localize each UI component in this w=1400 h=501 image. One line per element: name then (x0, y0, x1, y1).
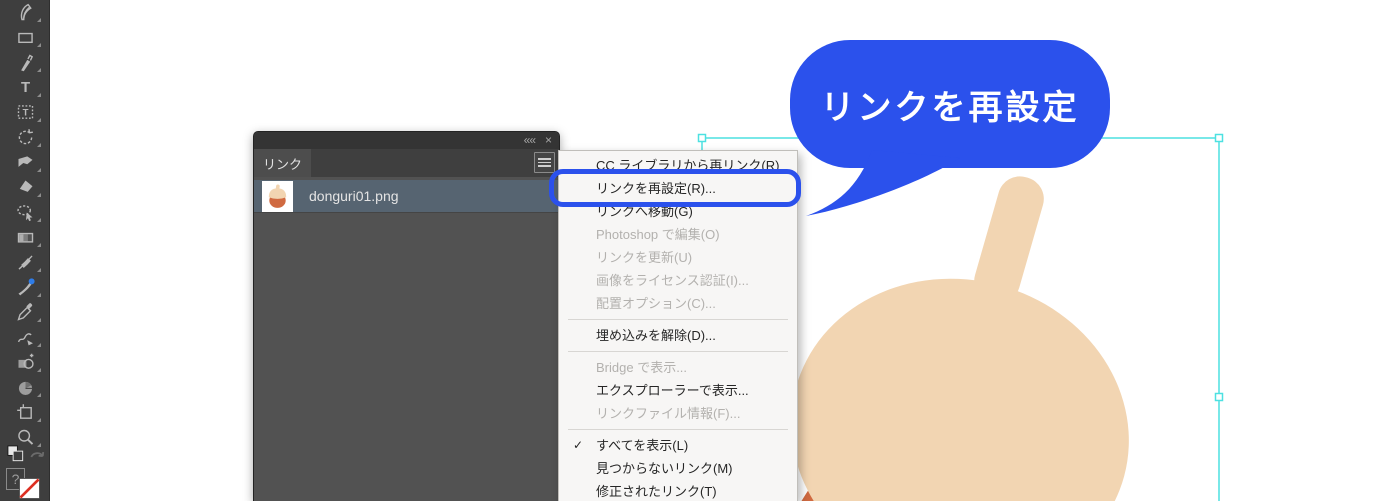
tool-gradient[interactable] (0, 225, 50, 250)
selection-handle[interactable] (1214, 392, 1224, 402)
menu-item: リンクファイル情報(F)... (559, 402, 797, 425)
tool-eraser[interactable] (0, 175, 50, 200)
tab-links[interactable]: リンク (254, 149, 311, 177)
menu-item: Bridge で表示... (559, 356, 797, 379)
menu-separator (568, 429, 788, 430)
artboard-icon (15, 402, 36, 423)
menu-item-label: 見つからないリンク(M) (596, 461, 733, 476)
menu-item-label: すべてを表示(L) (596, 438, 689, 453)
menu-item-label: Photoshop で編集(O) (596, 227, 720, 242)
menu-item[interactable]: ✓ すべてを表示(L) (559, 434, 797, 457)
links-panel-tabrow: リンク (254, 149, 559, 177)
acorn-cap (791, 278, 1129, 501)
illustrator-workspace: T T? «« × リンク donguri01.png CC ライブラリから再リン… (0, 0, 1400, 501)
menu-item-label: CC ライブラリから再リンク(R) (596, 158, 780, 173)
menu-item: 画像をライセンス認証(I)... (559, 269, 797, 292)
menu-item-label: リンクを更新(U) (596, 250, 693, 265)
svg-text:T: T (22, 108, 28, 119)
tool-shear[interactable] (0, 150, 50, 175)
menu-item-label: 修正されたリンク(T) (596, 484, 717, 499)
svg-text:T: T (20, 80, 29, 96)
collapse-panel-icon[interactable]: «« (524, 132, 536, 149)
swap-squares-icon[interactable] (6, 444, 26, 469)
menu-item[interactable]: 修正されたリンク(T) (559, 480, 797, 501)
links-flyout-menu: CC ライブラリから再リンク(R) リンクを再設定(R)... リンクへ移動(G) P… (558, 150, 798, 501)
link-filename: donguri01.png (309, 188, 399, 204)
rectangle-icon (15, 27, 36, 48)
checkmark-icon: ✓ (573, 438, 584, 452)
selection-handle[interactable] (697, 133, 707, 143)
callout-bubble-shape (790, 40, 1110, 216)
menu-item-label: リンクへ移動(G) (596, 204, 693, 219)
tool-width[interactable] (0, 250, 50, 275)
tool-touch-type[interactable]: T (0, 100, 50, 125)
menu-item[interactable]: 埋め込みを解除(D)... (559, 324, 797, 347)
menu-item[interactable]: リンクを再設定(R)... (559, 177, 797, 200)
gradient-icon (15, 227, 36, 248)
link-list-item[interactable]: donguri01.png (254, 180, 559, 213)
type-icon: T (15, 77, 36, 98)
shear-icon (15, 152, 36, 173)
width-icon (15, 252, 36, 273)
selection-handle[interactable] (955, 133, 965, 143)
menu-item[interactable]: 見つからないリンク(M) (559, 457, 797, 480)
eraser-icon (15, 177, 36, 198)
menu-separator (568, 351, 788, 352)
menu-item-label: リンクファイル情報(F)... (596, 406, 741, 421)
tool-rectangle[interactable] (0, 25, 50, 50)
close-panel-icon[interactable]: × (545, 132, 552, 149)
tool-knife[interactable] (0, 275, 50, 300)
menu-item-label: Bridge で表示... (596, 360, 688, 375)
callout-text: リンクを再設定 (820, 88, 1080, 127)
callout-bubble: リンクを再設定 (770, 30, 1140, 230)
menu-item-label: 画像をライセンス認証(I)... (596, 273, 749, 288)
none-swatch-icon[interactable] (18, 477, 41, 501)
eyedropper-icon (15, 302, 36, 323)
menu-item: 配置オプション(C)... (559, 292, 797, 315)
tool-graph[interactable] (0, 375, 50, 400)
links-panel-titlebar[interactable]: «« × (254, 132, 559, 149)
graph-icon (15, 377, 36, 398)
menu-item-label: 埋め込みを解除(D)... (596, 328, 716, 343)
tools-panel: T T? (0, 0, 50, 501)
tool-artboard[interactable] (0, 400, 50, 425)
links-panel: «« × リンク donguri01.png (253, 131, 560, 501)
menu-item[interactable]: エクスプローラーで表示... (559, 379, 797, 402)
menu-item[interactable]: CC ライブラリから再リンク(R) (559, 154, 797, 177)
tool-lasso[interactable] (0, 200, 50, 225)
menu-separator (568, 319, 788, 320)
panel-flyout-menu-icon[interactable] (534, 152, 555, 173)
tool-type[interactable]: T (0, 75, 50, 100)
rotate-icon (15, 127, 36, 148)
acorn-thumbnail (262, 180, 293, 212)
paintbrush-icon (15, 52, 36, 73)
curvature-pen-icon (15, 2, 36, 23)
undo-arrow-icon[interactable] (28, 447, 46, 467)
lasso-icon (15, 202, 36, 223)
tool-paintbrush[interactable] (0, 50, 50, 75)
selection-handle[interactable] (1214, 133, 1224, 143)
tool-symbol-sprayer[interactable] (0, 325, 50, 350)
tool-eyedropper[interactable] (0, 300, 50, 325)
menu-item-label: エクスプローラーで表示... (596, 383, 749, 398)
knife-icon (15, 277, 36, 298)
tool-curvature-pen[interactable] (0, 0, 50, 25)
acorn-stem (974, 176, 1044, 304)
menu-item-label: リンクを再設定(R)... (596, 181, 716, 196)
shape-builder-icon (15, 352, 36, 373)
touch-type-icon: T (15, 102, 36, 123)
tool-shape-builder[interactable] (0, 350, 50, 375)
links-list: donguri01.png (254, 177, 559, 501)
menu-item: リンクを更新(U) (559, 246, 797, 269)
menu-item-label: 配置オプション(C)... (596, 296, 716, 311)
tool-rotate[interactable] (0, 125, 50, 150)
menu-item[interactable]: リンクへ移動(G) (559, 200, 797, 223)
symbol-sprayer-icon (15, 327, 36, 348)
menu-item: Photoshop で編集(O) (559, 223, 797, 246)
